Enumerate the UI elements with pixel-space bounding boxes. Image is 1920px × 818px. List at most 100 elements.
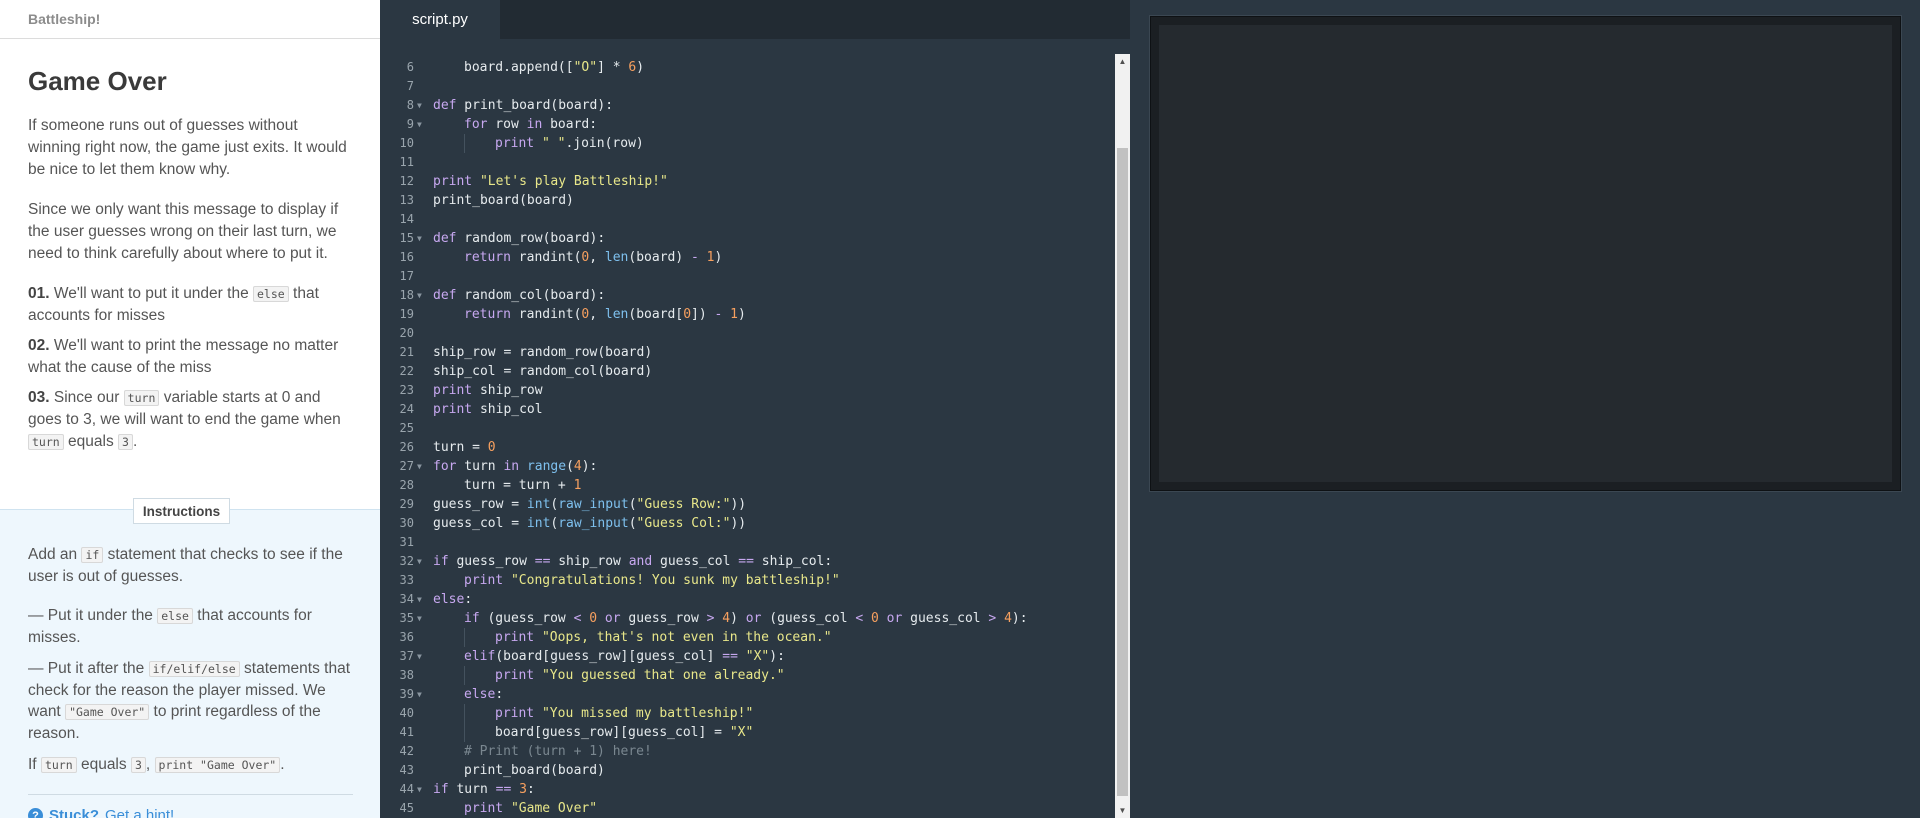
code-line[interactable]: 26 turn = 0 <box>380 438 1115 457</box>
lesson-paragraph-2: Since we only want this message to displ… <box>28 201 339 262</box>
code-token: 0 <box>683 307 692 322</box>
code-line[interactable]: 41 board[guess_row][guess_col] = "X" <box>380 723 1115 742</box>
chevron-down-icon[interactable]: ▼ <box>417 552 422 571</box>
step-text: Since our <box>53 389 120 406</box>
code-line[interactable]: 7 <box>380 77 1115 96</box>
code-line[interactable]: 42 # Print (turn + 1) here! <box>380 742 1115 761</box>
code-line[interactable]: 29 guess_row = int(raw_input("Guess Row:"… <box>380 495 1115 514</box>
code-token: len <box>604 307 629 322</box>
output-console[interactable] <box>1159 25 1892 482</box>
code-line[interactable]: 30 guess_col = int(raw_input("Guess Col:"… <box>380 514 1115 533</box>
chevron-down-icon[interactable]: ▼ <box>417 229 422 248</box>
code-line[interactable]: 13 print_board(board) <box>380 191 1115 210</box>
indent-guide <box>464 704 465 723</box>
scrollbar-thumb[interactable] <box>1117 148 1128 796</box>
code-line[interactable]: 34 ▼ else: <box>380 590 1115 609</box>
chevron-down-icon[interactable]: ▼ <box>417 115 422 134</box>
chevron-down-icon[interactable]: ▼ <box>417 685 422 704</box>
code-line[interactable]: 10 print " ".join(row) <box>380 134 1115 153</box>
code-line[interactable]: 17 <box>380 267 1115 286</box>
code-line[interactable]: 25 <box>380 419 1115 438</box>
code-text: print "Let's play Battleship!" <box>433 172 668 191</box>
code-line[interactable]: 23 print ship_row <box>380 381 1115 400</box>
instruction-text: , <box>145 756 151 773</box>
chevron-down-icon[interactable]: ▼ <box>417 780 422 799</box>
code-line[interactable]: 18 ▼ def random_col(board): <box>380 286 1115 305</box>
chevron-down-icon[interactable]: ▼ <box>417 457 422 476</box>
code-line[interactable]: 43 print_board(board) <box>380 761 1115 780</box>
step-text: equals <box>68 433 114 450</box>
arrow-up-icon[interactable]: ▲ <box>1115 54 1130 68</box>
code-line[interactable]: 16 return randint(0, len(board) - 1) <box>380 248 1115 267</box>
code-token: ( <box>566 459 574 474</box>
code-line[interactable]: 12 print "Let's play Battleship!" <box>380 172 1115 191</box>
code-token: print <box>495 136 535 151</box>
code-line[interactable]: 37 ▼ elif(board[guess_row][guess_col] == "… <box>380 647 1115 666</box>
code-token: "Guess Row:" <box>636 497 731 512</box>
code-text: if turn == 3: <box>433 780 535 799</box>
hint-row[interactable]: ? Stuck? Get a hint! <box>28 794 353 818</box>
arrow-down-icon[interactable]: ▼ <box>1115 803 1130 817</box>
line-number: 24 <box>399 402 414 416</box>
instruction-4: If turn equals 3, print "Game Over". <box>28 754 352 776</box>
code-line[interactable]: 21 ship_row = random_row(board) <box>380 343 1115 362</box>
code-line[interactable]: 39 ▼ else: <box>380 685 1115 704</box>
code-line[interactable]: 36 print "Oops, that's not even in the oc… <box>380 628 1115 647</box>
code-line[interactable]: 32 ▼ if guess_row == ship_row and guess_co… <box>380 552 1115 571</box>
code-text: if guess_row == ship_row and guess_col =… <box>433 552 832 571</box>
code-line[interactable]: 19 return randint(0, len(board[0]) - 1) <box>380 305 1115 324</box>
chevron-down-icon[interactable]: ▼ <box>417 609 422 628</box>
code-line[interactable]: 14 <box>380 210 1115 229</box>
code-line[interactable]: 44 ▼ if turn == 3: <box>380 780 1115 799</box>
get-hint-link[interactable]: Get a hint! <box>105 807 174 818</box>
code-line[interactable]: 38 print "You guessed that one already." <box>380 666 1115 685</box>
code-line[interactable]: 33 print "Congratulations! You sunk my ba… <box>380 571 1115 590</box>
code-text: def random_col(board): <box>433 286 605 305</box>
code-token: "Congratulations! You sunk my battleship… <box>510 573 840 588</box>
code-line[interactable]: 35 ▼ if (guess_row < 0 or guess_row > 4) o… <box>380 609 1115 628</box>
chevron-down-icon[interactable]: ▼ <box>417 96 422 115</box>
indent-guide <box>464 723 465 742</box>
code-token: ] * <box>597 60 629 75</box>
code-token: random_row(board): <box>456 231 606 246</box>
code-line[interactable]: 11 <box>380 153 1115 172</box>
code-line[interactable]: 20 <box>380 324 1115 343</box>
code-token: if <box>433 782 449 797</box>
code-line[interactable]: 27 ▼ for turn in range(4): <box>380 457 1115 476</box>
tab-script-py[interactable]: script.py <box>380 0 500 39</box>
inline-code: 3 <box>118 434 133 450</box>
line-number: 40 <box>399 706 414 720</box>
code-line[interactable]: 22 ship_col = random_col(board) <box>380 362 1115 381</box>
code-token: (board) <box>628 250 692 265</box>
chevron-down-icon[interactable]: ▼ <box>417 647 422 666</box>
line-number: 23 <box>399 383 414 397</box>
code-area[interactable]: 6 board.append(["O"] * 6) 7 8 ▼ def print_boa… <box>380 48 1115 818</box>
inline-code: if/elif/else <box>148 661 240 677</box>
inline-code: "Game Over" <box>65 704 150 720</box>
line-number: 11 <box>399 155 414 169</box>
code-line[interactable]: 9 ▼ for row in board: <box>380 115 1115 134</box>
line-number: 25 <box>399 421 414 435</box>
line-number: 37 <box>399 649 414 663</box>
code-token: in <box>503 459 520 474</box>
code-token: print <box>433 383 473 398</box>
code-token: (guess_col <box>761 611 856 626</box>
code-line[interactable]: 45 print "Game Over" <box>380 799 1115 818</box>
code-line[interactable]: 24 print ship_col <box>380 400 1115 419</box>
lesson-step-3: 03. Since our turn variable starts at 0 … <box>28 387 352 453</box>
code-line[interactable]: 31 <box>380 533 1115 552</box>
code-line[interactable]: 6 board.append(["O"] * 6) <box>380 58 1115 77</box>
code-line[interactable]: 28 turn = turn + 1 <box>380 476 1115 495</box>
chevron-down-icon[interactable]: ▼ <box>417 286 422 305</box>
code-line[interactable]: 40 print "You missed my battleship!" <box>380 704 1115 723</box>
code-token: == <box>738 554 754 569</box>
code-line[interactable]: 8 ▼ def print_board(board): <box>380 96 1115 115</box>
chevron-down-icon[interactable]: ▼ <box>417 590 422 609</box>
line-number: 36 <box>399 630 414 644</box>
code-line[interactable]: 15 ▼ def random_row(board): <box>380 229 1115 248</box>
code-text: guess_row = int(raw_input("Guess Row:")) <box>433 495 746 514</box>
